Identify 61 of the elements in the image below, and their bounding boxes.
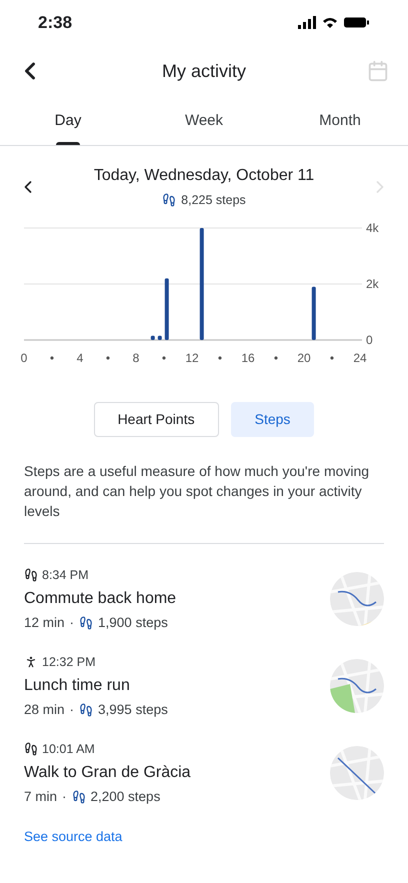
activity-time: 8:34 PM [42,566,89,584]
axis-label: • [106,350,110,365]
activity-steps: 1,900 steps [98,612,168,633]
activity-title: Walk to Gran de Gràcia [24,762,191,782]
signal-icon [298,16,316,29]
description: Steps are a useful measure of how much you're moving around, and can help you spot changes in your activity levels [24,462,370,521]
page-title: My activity [162,60,246,83]
metric-toggle[interactable]: Steps [230,402,314,437]
axis-label: 0 [366,332,373,347]
activity-duration: 28 min [24,700,65,718]
tab[interactable]: Day [0,97,136,145]
metric-toggle[interactable]: Heart Points [94,402,219,437]
status-time: 2:38 [38,12,72,34]
bar [150,336,155,340]
axis-label: 2k [366,276,379,291]
activity-title: Commute back home [24,588,176,608]
activity-steps: 3,995 steps [98,700,168,720]
axis-label: 4k [366,220,379,235]
axis-label: 24 [353,350,367,365]
separator-dot: · [70,700,74,718]
separator-dot: · [62,788,67,806]
battery-icon [344,17,370,28]
axis-label: 12 [185,350,199,365]
axis-label: 4 [76,350,84,365]
axis-label: • [330,350,334,365]
axis-label: • [162,350,166,365]
date-title: Today, Wednesday, October 11 [94,166,314,186]
axis-label: 16 [241,350,255,365]
separator-dot: · [70,614,74,632]
total-steps: 8,225 steps [181,191,246,210]
activity-title: Lunch time run [24,676,131,696]
bar [158,336,162,340]
activity-duration: 7 min [24,788,58,806]
axis-label: • [50,350,54,365]
axis-label: 8 [132,350,140,365]
calendar-icon [366,60,389,82]
activity-row[interactable]: 12:32 PM Lunch time run 28 min · 3,995 steps [0,642,408,730]
wifi-icon [322,16,338,28]
activity-row[interactable]: 10:01 AM Walk to Gran de Gràcia 7 min · 2,200 steps [0,730,408,817]
footprints-icon [162,193,176,208]
activity-duration: 12 min [24,614,65,632]
footprints-icon [72,790,86,804]
axis-label: • [274,350,278,365]
footprints-icon [24,742,38,756]
axis-label: 0 [20,350,28,365]
activity-time: 12:32 PM [42,654,96,671]
tab[interactable]: Week [136,97,272,145]
person-icon [24,655,38,670]
bar [164,278,169,340]
source-data-link[interactable]: See source data [24,826,122,847]
tab[interactable]: Month [272,97,408,145]
footprints-icon [79,616,94,630]
axis-label: 20 [297,350,311,365]
axis-label: • [218,350,222,365]
activity-row[interactable]: 8:34 PM Commute back home 12 min · 1,900 steps [0,556,408,643]
footprints-icon [24,568,38,582]
bar [312,286,316,340]
footprints-icon [79,702,94,717]
activity-steps: 2,200 steps [90,786,160,807]
tab-indicator [56,142,80,145]
activity-time: 10:01 AM [42,740,95,758]
